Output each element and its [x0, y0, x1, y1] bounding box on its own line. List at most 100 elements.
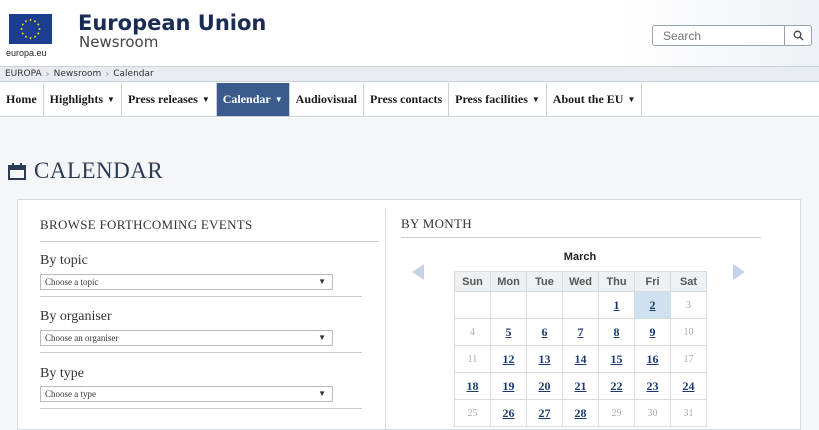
filter-rule [40, 408, 362, 409]
filter-rule [40, 352, 362, 353]
next-month-arrow-icon[interactable] [733, 264, 745, 280]
calendar-day-link[interactable]: 20 [526, 372, 563, 400]
search-input[interactable] [653, 26, 784, 45]
dropdown-arrow-icon: ▼ [318, 389, 326, 398]
site-header: europa.eu European Union Newsroom [0, 0, 819, 66]
nav-item-about-the-eu[interactable]: About the EU ▼ [547, 83, 643, 116]
breadcrumb: EUROPA › Newsroom › Calendar [0, 66, 819, 82]
nav-item-home[interactable]: Home [0, 83, 44, 116]
calendar-day: 25 [454, 399, 491, 427]
nav-item-label: Home [6, 92, 37, 106]
dropdown-caret-icon: ▼ [107, 95, 115, 104]
search-button[interactable] [784, 26, 811, 45]
calendar-week-row: 25 26 27 28 29 30 31 [454, 399, 707, 427]
nav-item-label: Press releases [127, 92, 198, 106]
calendar-week-row: 11 12 13 14 15 16 17 [454, 345, 707, 373]
panel-divider [385, 209, 386, 430]
nav-item-press-releases[interactable]: Press releases ▼ [122, 83, 217, 116]
dropdown-arrow-icon: ▼ [318, 277, 326, 286]
nav-item-press-facilities[interactable]: Press facilities ▼ [449, 83, 547, 116]
calendar-day: 4 [454, 318, 491, 346]
nav-item-highlights[interactable]: Highlights ▼ [44, 83, 122, 116]
organiser-select-value: Choose an organiser [45, 333, 119, 343]
by-month-title: BY MONTH [401, 216, 472, 231]
calendar-day-link[interactable]: 14 [562, 345, 599, 373]
nav-item-label: Audiovisual [295, 92, 358, 106]
eu-flag-logo[interactable] [9, 14, 52, 44]
calendar-day-link[interactable]: 2 [634, 291, 671, 319]
filter-label-type: By type [40, 366, 84, 381]
calendar-day-link[interactable]: 13 [526, 345, 563, 373]
eu-stars-icon [20, 19, 41, 39]
calendar-day-link[interactable]: 23 [634, 372, 671, 400]
breadcrumb-separator-icon: › [105, 68, 110, 80]
month-name: March [563, 251, 597, 263]
by-month-rule [401, 237, 761, 238]
calendar-day: 29 [598, 399, 635, 427]
calendar-week-row: 18 19 20 21 22 23 24 [454, 372, 707, 400]
weekday-header: Tue [526, 271, 563, 292]
dropdown-arrow-icon: ▼ [318, 333, 326, 342]
calendar-day: 3 [670, 291, 707, 319]
topic-select[interactable]: Choose a topic ▼ [40, 274, 333, 290]
type-select-value: Choose a type [45, 389, 96, 399]
type-select[interactable]: Choose a type ▼ [40, 386, 333, 402]
calendar-day-link[interactable]: 1 [598, 291, 635, 319]
nav-item-label: Highlights [49, 92, 104, 106]
logo-caption[interactable]: europa.eu [6, 48, 47, 58]
page-title: CALENDAR [8, 158, 163, 184]
calendar-day: 11 [454, 345, 491, 373]
weekday-header: Mon [490, 271, 527, 292]
calendar-day-link[interactable]: 22 [598, 372, 635, 400]
weekday-header: Sat [670, 271, 707, 292]
weekday-header: Sun [454, 271, 491, 292]
nav-item-press-contacts[interactable]: Press contacts [364, 83, 450, 116]
calendar-day-link[interactable]: 7 [562, 318, 599, 346]
calendar-day: 10 [670, 318, 707, 346]
breadcrumb-separator-icon: › [45, 68, 50, 80]
calendar-day-link[interactable]: 8 [598, 318, 635, 346]
breadcrumb-europa[interactable]: EUROPA [5, 69, 42, 79]
previous-month-arrow-icon[interactable] [412, 264, 424, 280]
dropdown-caret-icon: ▼ [531, 95, 540, 104]
nav-item-label: Press facilities [455, 92, 528, 106]
calendar-day-link[interactable]: 27 [526, 399, 563, 427]
nav-item-label: Calendar [222, 92, 271, 106]
calendar-day-link[interactable]: 15 [598, 345, 635, 373]
calendar-day-link[interactable]: 28 [562, 399, 599, 427]
nav-item-audiovisual[interactable]: Audiovisual [290, 83, 365, 116]
calendar-empty-cell [526, 291, 563, 319]
search-box [652, 25, 812, 46]
filter-label-topic: By topic [40, 253, 88, 268]
calendar-day: 31 [670, 399, 707, 427]
site-title[interactable]: European Union [78, 12, 266, 34]
browse-rule [40, 241, 378, 242]
search-icon [793, 30, 803, 41]
calendar-day-link[interactable]: 18 [454, 372, 491, 400]
nav-item-calendar[interactable]: Calendar ▼ [216, 83, 290, 116]
weekday-header: Thu [598, 271, 635, 292]
calendar-day-link[interactable]: 9 [634, 318, 671, 346]
calendar-day-link[interactable]: 12 [490, 345, 527, 373]
site-subtitle[interactable]: Newsroom [79, 34, 158, 50]
page-title-text: CALENDAR [34, 158, 164, 183]
calendar-day-link[interactable]: 5 [490, 318, 527, 346]
calendar-day-link[interactable]: 6 [526, 318, 563, 346]
calendar-day-link[interactable]: 16 [634, 345, 671, 373]
filter-rule [40, 296, 362, 297]
calendar-day-link[interactable]: 26 [490, 399, 527, 427]
filter-label-organiser: By organiser [40, 309, 112, 324]
calendar-day-link[interactable]: 24 [670, 372, 707, 400]
calendar-day: 17 [670, 345, 707, 373]
breadcrumb-calendar: Calendar [113, 69, 154, 79]
calendar-day-link[interactable]: 19 [490, 372, 527, 400]
nav-item-label: Press contacts [370, 92, 443, 106]
breadcrumb-newsroom[interactable]: Newsroom [54, 69, 102, 79]
calendar-day-link[interactable]: 21 [562, 372, 599, 400]
organiser-select[interactable]: Choose an organiser ▼ [40, 330, 333, 346]
calendar-weekday-row: Sun Mon Tue Wed Thu Fri Sat [454, 271, 707, 292]
calendar-week-row: 123 [454, 291, 707, 319]
topic-select-value: Choose a topic [45, 277, 99, 287]
dropdown-caret-icon: ▼ [201, 95, 210, 104]
nav-item-label: About the EU [552, 92, 624, 106]
